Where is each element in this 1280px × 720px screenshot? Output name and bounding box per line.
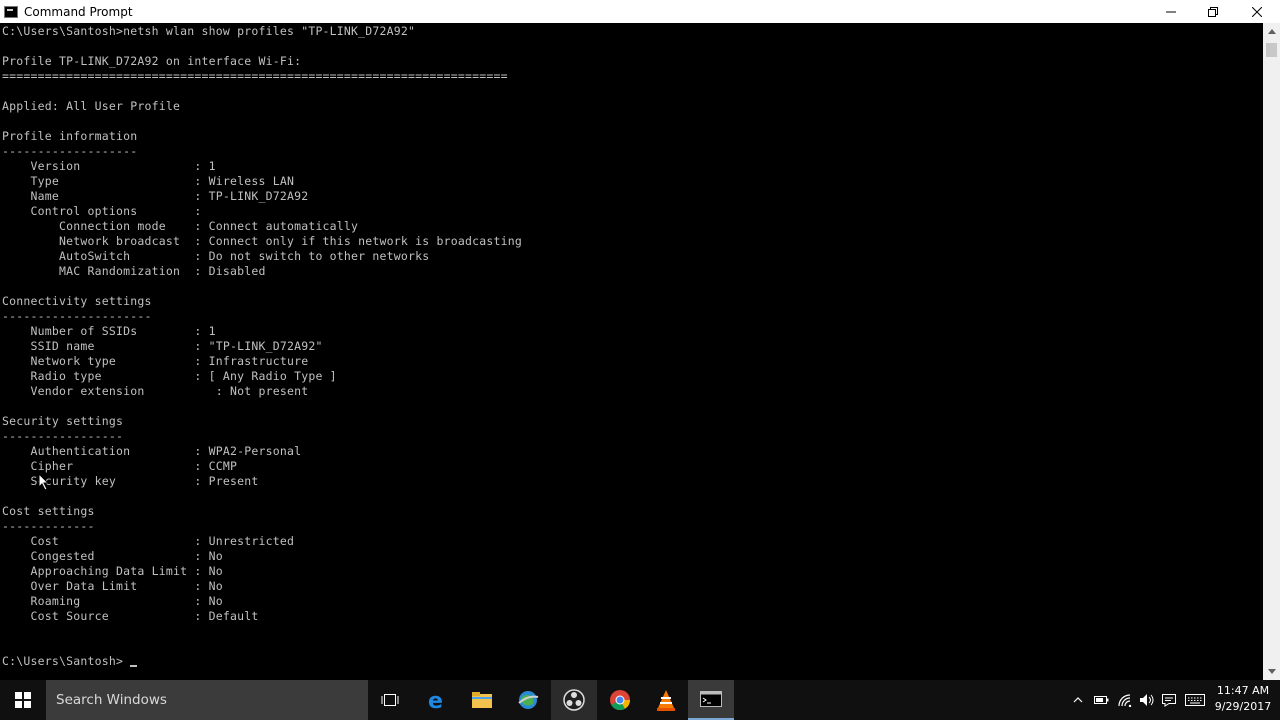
globe-app-icon: [518, 691, 539, 709]
console-line: Type : Wireless LAN: [2, 174, 295, 188]
volume-button[interactable]: [1137, 680, 1157, 720]
console-line: SSID name : "TP-LINK_D72A92": [2, 339, 323, 353]
command-prompt-icon: [4, 5, 18, 18]
console-line: Number of SSIDs : 1: [2, 324, 216, 338]
task-view-button[interactable]: [367, 680, 413, 720]
console-line: MAC Randomization : Disabled: [2, 264, 266, 278]
keyboard-icon: [1185, 694, 1205, 706]
battery-icon: [1094, 696, 1109, 704]
taskbar-clock[interactable]: 11:47 AM 9/29/2017: [1210, 683, 1276, 717]
title-bar[interactable]: Command Prompt: [0, 0, 1280, 23]
wifi-icon: [1118, 694, 1132, 707]
chrome-button[interactable]: [597, 680, 643, 720]
task-view-icon: [381, 694, 399, 706]
console-line: Network type : Infrastructure: [2, 354, 309, 368]
console-line: Over Data Limit : No: [2, 579, 223, 593]
minimize-icon: [1166, 11, 1176, 12]
svg-text:e: e: [428, 689, 443, 711]
close-icon: [1252, 6, 1262, 17]
console-line: Cost : Unrestricted: [2, 534, 295, 548]
console-line: -------------: [2, 519, 95, 533]
console-line: Profile information: [2, 129, 138, 143]
console-line: Cost Source : Default: [2, 609, 259, 623]
show-hidden-icons-icon: [1073, 697, 1083, 703]
mouse-pointer-icon: [38, 473, 50, 491]
console-line: -----------------: [2, 429, 124, 443]
console-line: Applied: All User Profile: [2, 99, 181, 113]
windows-logo-icon: [15, 692, 31, 708]
console-line: Profile TP-LINK_D72A92 on interface Wi-F…: [2, 54, 302, 68]
edge-button[interactable]: e: [414, 680, 460, 720]
command-prompt-taskbar-button[interactable]: [688, 680, 734, 720]
console-line: -------------------: [2, 144, 138, 158]
chrome-icon: [610, 690, 631, 711]
scroll-down-button[interactable]: [1263, 663, 1280, 680]
console-line: Roaming : No: [2, 594, 223, 608]
edge-icon: e: [428, 689, 443, 711]
console-line: Authentication : WPA2-Personal: [2, 444, 302, 458]
file-explorer-icon: [472, 692, 492, 708]
vertical-scrollbar[interactable]: [1263, 23, 1280, 680]
restore-icon: [1208, 6, 1218, 17]
console-line: Congested : No: [2, 549, 223, 563]
minimize-button[interactable]: [1148, 0, 1194, 23]
battery-button[interactable]: [1091, 680, 1111, 720]
window-title: Command Prompt: [24, 4, 133, 19]
vlc-icon: [657, 690, 675, 711]
chevron-down-icon: [1267, 669, 1276, 674]
text-cursor: [130, 665, 137, 667]
clock-time: 11:47 AM: [1216, 684, 1270, 697]
command-prompt-icon: [700, 691, 722, 707]
command-prompt-line[interactable]: C:\Users\Santosh>: [2, 654, 123, 669]
file-explorer-button[interactable]: [459, 680, 505, 720]
close-button[interactable]: [1234, 0, 1280, 23]
console-line: Control options :: [2, 204, 202, 218]
volume-icon: [1140, 694, 1154, 706]
clock-date: 9/29/2017: [1214, 700, 1272, 713]
console-line: Vendor extension : Not present: [2, 384, 309, 398]
console-line: ========================================…: [2, 69, 508, 83]
taskbar-search-box[interactable]: Search Windows: [46, 680, 368, 720]
vlc-button[interactable]: [643, 680, 689, 720]
touch-keyboard-button[interactable]: [1183, 680, 1207, 720]
start-button[interactable]: [0, 680, 46, 720]
console-line: Radio type : [ Any Radio Type ]: [2, 369, 337, 383]
console-line: Network broadcast : Connect only if this…: [2, 234, 523, 248]
console-output[interactable]: C:\Users\Santosh>netsh wlan show profile…: [0, 23, 1263, 680]
taskbar: Search Windows e 11:47 AM 9/29/2017: [0, 680, 1280, 720]
obs-icon: [563, 689, 585, 711]
scroll-thumb[interactable]: [1266, 43, 1277, 57]
wifi-button[interactable]: [1115, 680, 1135, 720]
console-line: Security settings: [2, 414, 124, 428]
console-line: Cost settings: [2, 504, 95, 518]
restore-button[interactable]: [1190, 0, 1236, 23]
globe-app-button[interactable]: [505, 680, 551, 720]
console-line: AutoSwitch : Do not switch to other netw…: [2, 249, 430, 263]
console-line: Cipher : CCMP: [2, 459, 238, 473]
console-line: Approaching Data Limit : No: [2, 564, 223, 578]
chevron-up-icon: [1267, 29, 1276, 34]
console-line: ---------------------: [2, 309, 152, 323]
show-hidden-icons-button[interactable]: [1070, 680, 1086, 720]
console-line: Name : TP-LINK_D72A92: [2, 189, 309, 203]
action-center-button[interactable]: [1159, 680, 1179, 720]
action-center-icon: [1162, 694, 1176, 707]
scroll-up-button[interactable]: [1263, 23, 1280, 40]
console-line: Version : 1: [2, 159, 216, 173]
console-line: C:\Users\Santosh>netsh wlan show profile…: [2, 24, 416, 38]
search-placeholder: Search Windows: [56, 692, 167, 708]
console-line: Connection mode : Connect automatically: [2, 219, 359, 233]
obs-button[interactable]: [551, 680, 597, 720]
console-line: Connectivity settings: [2, 294, 152, 308]
